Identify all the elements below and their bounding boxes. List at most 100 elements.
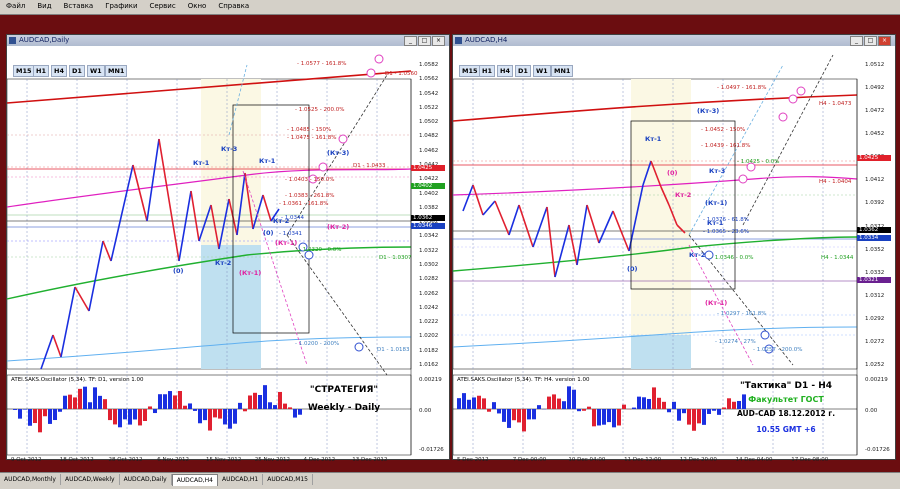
oscillator-bar bbox=[492, 402, 496, 409]
oscillator-bar bbox=[537, 405, 541, 409]
oscillator-bar bbox=[23, 409, 27, 410]
osc-tick-top: 0.00219 bbox=[419, 377, 442, 383]
tab-monthly[interactable]: AUDCAD,Monthly bbox=[0, 474, 61, 485]
target-circle bbox=[339, 135, 347, 143]
symbol-date: AUD-CAD 18.12.2012 г. bbox=[721, 409, 851, 418]
date-tick: 9 Oct 2012 bbox=[11, 457, 42, 463]
date-tick: 10 Dec 04:00 bbox=[568, 457, 605, 463]
oscillator-bar bbox=[642, 397, 646, 409]
menu-charts[interactable]: Графики bbox=[99, 0, 143, 10]
date-tick: 15 Nov 2012 bbox=[206, 457, 241, 463]
wave-label: Кт-2 bbox=[215, 259, 231, 267]
oscillator-bar bbox=[98, 396, 102, 409]
oscillator-bar bbox=[178, 391, 182, 409]
level-label: - 1.0257 - 200.0% bbox=[753, 347, 802, 353]
oscillator-bar bbox=[188, 403, 192, 409]
oscillator-bar bbox=[198, 409, 202, 423]
oscillator-bar bbox=[692, 409, 696, 431]
wave-label: (0) bbox=[667, 169, 677, 177]
oscillator-bar bbox=[632, 408, 636, 409]
level-label: H4 - 1.0473 bbox=[819, 101, 851, 107]
oscillator-bar bbox=[592, 409, 596, 426]
oscillator-bar bbox=[687, 409, 691, 425]
wave-label: (Кт-3) bbox=[327, 149, 349, 157]
oscillator-bar bbox=[103, 399, 107, 409]
wave-label: Кт-3 bbox=[221, 145, 237, 153]
level-label: - 1.0361 - 161.8% bbox=[279, 201, 328, 207]
wave-label: (0) bbox=[263, 229, 273, 237]
level-label: - 1.0341 bbox=[279, 231, 302, 237]
tab-h1[interactable]: AUDCAD,H1 bbox=[218, 474, 263, 485]
target-circle bbox=[739, 175, 747, 183]
blue-zone bbox=[631, 335, 691, 369]
oscillator-bar bbox=[73, 397, 77, 409]
date-tick: 7 Dec 00:00 bbox=[513, 457, 547, 463]
level-label: - 1.0403 - 150.0% bbox=[285, 177, 334, 183]
level-label: - 1.0577 - 161.8% bbox=[297, 61, 346, 67]
oscillator-bar bbox=[597, 409, 601, 425]
menu-tools[interactable]: Сервис bbox=[144, 0, 182, 10]
price-mark: 1.0362 bbox=[411, 215, 445, 221]
oscillator-bar bbox=[63, 396, 67, 409]
oscillator-bar bbox=[193, 409, 197, 411]
level-label: - 1.0439 - 161.8% bbox=[701, 143, 750, 149]
oscillator-bar bbox=[53, 409, 57, 420]
oscillator-bar bbox=[577, 409, 581, 411]
menu-help[interactable]: Справка bbox=[212, 0, 255, 10]
strategy-subtitle: Weekly - Daily bbox=[299, 403, 389, 413]
tab-h4[interactable]: AUDCAD,H4 bbox=[172, 474, 218, 486]
oscillator-bar bbox=[507, 409, 511, 428]
oscillator-bar bbox=[283, 404, 287, 409]
price-mark: 1.0346 bbox=[411, 223, 445, 229]
oscillator-bar bbox=[293, 409, 297, 418]
menu-insert[interactable]: Вставка bbox=[58, 0, 100, 10]
oscillator-bar bbox=[218, 409, 222, 419]
oscillator-bar bbox=[702, 409, 706, 425]
oscillator-bar bbox=[88, 402, 92, 409]
oscillator-label: ATEI.SAKS.Oscillator (5,34). TF: D1, ver… bbox=[11, 377, 144, 383]
menu-file[interactable]: Файл bbox=[0, 0, 31, 10]
wave-label: Кт-1 bbox=[707, 219, 723, 227]
level-label: - 1.0525 - 200.0% bbox=[295, 107, 344, 113]
oscillator-bar bbox=[208, 409, 212, 431]
date-tick: 14 Dec 04:00 bbox=[736, 457, 773, 463]
oscillator-bar bbox=[28, 409, 32, 426]
tactics-title: "Тактика" D1 - H4 bbox=[721, 381, 851, 391]
wave-label: (Кт-2) bbox=[327, 223, 349, 231]
oscillator-bar bbox=[118, 409, 122, 427]
tab-weekly[interactable]: AUDCAD,Weekly bbox=[61, 474, 120, 485]
menu-window[interactable]: Окно bbox=[182, 0, 213, 10]
chart-window-daily: AUDCAD,Daily _ □ × M15 H1 H4 D1 W1 MN1 1… bbox=[6, 34, 450, 460]
menu-view[interactable]: Вид bbox=[31, 0, 57, 10]
chart-window-h4: AUDCAD,H4 _ □ × M15 H1 H4 D1 W1 MN1 1.05… bbox=[452, 34, 896, 460]
level-label: H4 - 1.0404 bbox=[819, 179, 851, 185]
price-tick: 1.0542 bbox=[419, 91, 438, 97]
oscillator-bar bbox=[557, 399, 561, 409]
oscillator-bar bbox=[662, 402, 666, 409]
price-tick: 1.0222 bbox=[419, 319, 438, 325]
level-label: D1 - 1.0307 bbox=[379, 255, 411, 261]
oscillator-bar bbox=[228, 409, 232, 429]
price-tick: 1.0492 bbox=[865, 85, 884, 91]
price-tick: 1.0422 bbox=[419, 176, 438, 182]
date-tick: 17 Dec 08:00 bbox=[791, 457, 828, 463]
level-label: - 1.0365 - 23.6% bbox=[703, 229, 749, 235]
oscillator-bar bbox=[248, 395, 252, 409]
tab-daily[interactable]: AUDCAD,Daily bbox=[120, 474, 172, 485]
oscillator-bar bbox=[547, 397, 551, 409]
oscillator-bar bbox=[467, 400, 471, 409]
wave-label: (Кт-3) bbox=[697, 107, 719, 115]
price-tick: 1.0342 bbox=[419, 233, 438, 239]
price-mark: 1.0334 bbox=[857, 235, 891, 241]
tab-m15[interactable]: AUDCAD,M15 bbox=[263, 474, 313, 485]
oscillator-bar bbox=[78, 389, 82, 409]
price-tick: 1.0262 bbox=[419, 291, 438, 297]
price-tick: 1.0462 bbox=[419, 148, 438, 154]
price-tick: 1.0482 bbox=[419, 133, 438, 139]
oscillator-bar bbox=[462, 393, 466, 409]
oscillator-bar bbox=[93, 387, 97, 409]
oscillator-bar bbox=[58, 409, 62, 412]
date-tick: 12 Dec 20:00 bbox=[680, 457, 717, 463]
date-tick: 25 Nov 2012 bbox=[255, 457, 290, 463]
date-tick: 6 Nov 2012 bbox=[157, 457, 189, 463]
